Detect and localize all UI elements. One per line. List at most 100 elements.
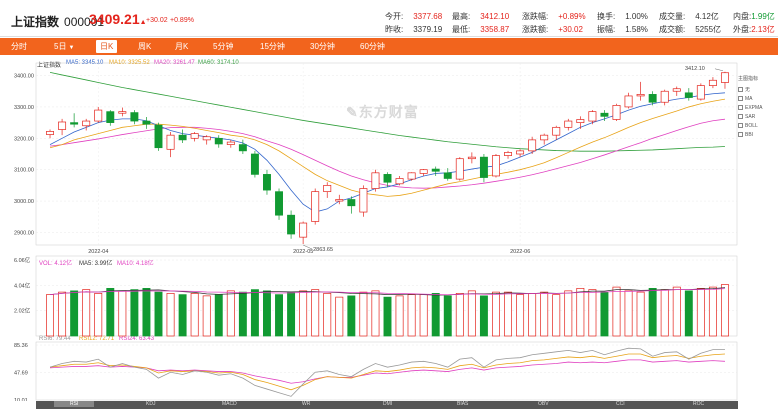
tab-intraday[interactable]: 分时 — [11, 41, 27, 52]
candle-body — [492, 155, 500, 177]
volume-bar — [528, 293, 537, 337]
indicator-label: MA — [745, 95, 753, 102]
tab-daily-k[interactable]: 日K — [96, 40, 118, 53]
indicator-option[interactable]: MA — [738, 94, 776, 103]
date-label: 2022-04 — [88, 249, 108, 255]
btab-wr[interactable]: WR — [302, 401, 310, 407]
candle-body — [166, 134, 175, 150]
chevron-down-icon: ▼ — [68, 45, 75, 51]
candle-body — [214, 137, 223, 145]
stat-inner: 内盘:1.99亿 — [733, 12, 775, 21]
stat-prev-close: 昨收: 3379.19 — [385, 25, 443, 34]
candle-body — [118, 111, 127, 114]
candle-body — [299, 222, 308, 238]
stat-open: 今开: 3377.68 — [385, 12, 443, 21]
quote-header: 上证指数 000001 3409.21▲ +30.02 +0.89% 今开: 337… — [0, 0, 778, 37]
btab-cci[interactable]: CCI — [616, 401, 625, 407]
candle-body — [576, 119, 585, 123]
candle-body — [323, 185, 332, 193]
volume-bar — [118, 290, 127, 337]
candle-body — [371, 172, 380, 189]
volume-bar — [504, 291, 512, 337]
bottom-indicator-tabs: RSI KDJ MACD WR DMI BIAS OBV CCI ROC — [36, 401, 738, 409]
volume-bar — [142, 287, 151, 337]
volume-tick-label: 4.04亿 — [14, 281, 31, 289]
btab-macd[interactable]: MACD — [222, 401, 237, 407]
candle-body — [443, 172, 452, 179]
volume-bar — [154, 291, 163, 337]
high-label: 3412.10 — [685, 66, 705, 72]
volume-bar — [226, 290, 235, 337]
volume-bar — [612, 286, 621, 337]
high-pointer — [714, 68, 724, 72]
volume-bar — [492, 291, 500, 337]
volume-bar — [299, 290, 308, 337]
candle-body — [588, 111, 597, 122]
tab-5day[interactable]: 5日 ▼ — [54, 41, 74, 52]
volume-bar — [696, 287, 705, 337]
volume-bar — [371, 290, 380, 337]
candle-body — [624, 95, 633, 108]
tab-60min[interactable]: 60分钟 — [360, 41, 385, 52]
volume-bar — [275, 294, 283, 337]
candle-body — [395, 178, 404, 185]
tab-30min[interactable]: 30分钟 — [310, 41, 335, 52]
btab-kdj[interactable]: KDJ — [146, 401, 155, 407]
kline-chart[interactable]: 3400.00 3300.00 3200.00 3100.00 3000.00 2900.… — [0, 55, 778, 401]
volume-bar — [46, 294, 54, 337]
tab-weekly-k[interactable]: 周K — [138, 41, 151, 52]
candle-body — [130, 112, 139, 122]
indicator-label: 无 — [745, 86, 751, 93]
candle-body — [58, 121, 67, 130]
rsi-tick-label: 47.69 — [14, 370, 28, 376]
volume-bar — [540, 291, 549, 337]
btab-roc[interactable]: ROC — [693, 401, 704, 407]
volume-bar — [600, 291, 609, 337]
rsi12-line — [49, 353, 725, 391]
indicator-label: BOLL — [745, 122, 758, 129]
volume-bar — [94, 293, 103, 337]
volume-bar — [588, 289, 597, 337]
candle-body — [419, 169, 428, 174]
volume-bar — [564, 290, 573, 337]
stat-amplitude: 振幅: 1.58% — [597, 25, 648, 34]
stat-change-pct: 涨跌幅: +0.89% — [522, 12, 586, 21]
btab-rsi[interactable]: RSI — [54, 401, 95, 407]
volume-bar — [552, 294, 561, 337]
rsi-tick-label: 85.36 — [14, 343, 28, 349]
volume-bar — [479, 295, 488, 337]
candle-body — [552, 126, 561, 136]
candle-body — [287, 214, 296, 235]
candle-body — [636, 94, 645, 97]
volume-bar — [347, 295, 356, 337]
stat-volume: 成交量: 4.12亿 — [659, 12, 719, 21]
btab-obv[interactable]: OBV — [538, 401, 549, 407]
btab-dmi[interactable]: DMI — [383, 401, 392, 407]
current-price: 3409.21▲ — [89, 11, 147, 27]
indicator-option[interactable]: 无 — [738, 85, 776, 94]
indicator-option[interactable]: BOLL — [738, 121, 776, 130]
volume-bar — [202, 295, 211, 337]
volume-bar — [395, 295, 404, 337]
indicator-option[interactable]: EXPMA — [738, 103, 776, 112]
volume-bar — [335, 296, 344, 337]
volume-tick-label: 6.06亿 — [14, 256, 31, 264]
volume-bar — [443, 295, 452, 337]
indicator-option[interactable]: SAR — [738, 112, 776, 121]
change-amount: +30.02 — [146, 17, 168, 24]
indicator-option[interactable]: BBI — [738, 130, 776, 139]
candle-body — [178, 134, 187, 141]
volume-bar — [516, 294, 525, 337]
tab-monthly-k[interactable]: 月K — [175, 41, 188, 52]
volume-bar — [359, 291, 368, 337]
stat-change-amt: 涨跌额: +30.02 — [522, 25, 583, 34]
volume-bar — [106, 287, 115, 337]
volume-bar — [419, 294, 428, 337]
stat-turnover: 换手: 1.00% — [597, 12, 648, 21]
candle-body — [455, 158, 464, 180]
btab-bias[interactable]: BIAS — [457, 401, 468, 407]
tab-15min[interactable]: 15分钟 — [260, 41, 285, 52]
candle-body — [660, 90, 669, 103]
tab-5min[interactable]: 5分钟 — [213, 41, 233, 52]
indicator-panel: 主图指标 无 MA EXPMA SAR BOLL BBI — [738, 75, 776, 139]
